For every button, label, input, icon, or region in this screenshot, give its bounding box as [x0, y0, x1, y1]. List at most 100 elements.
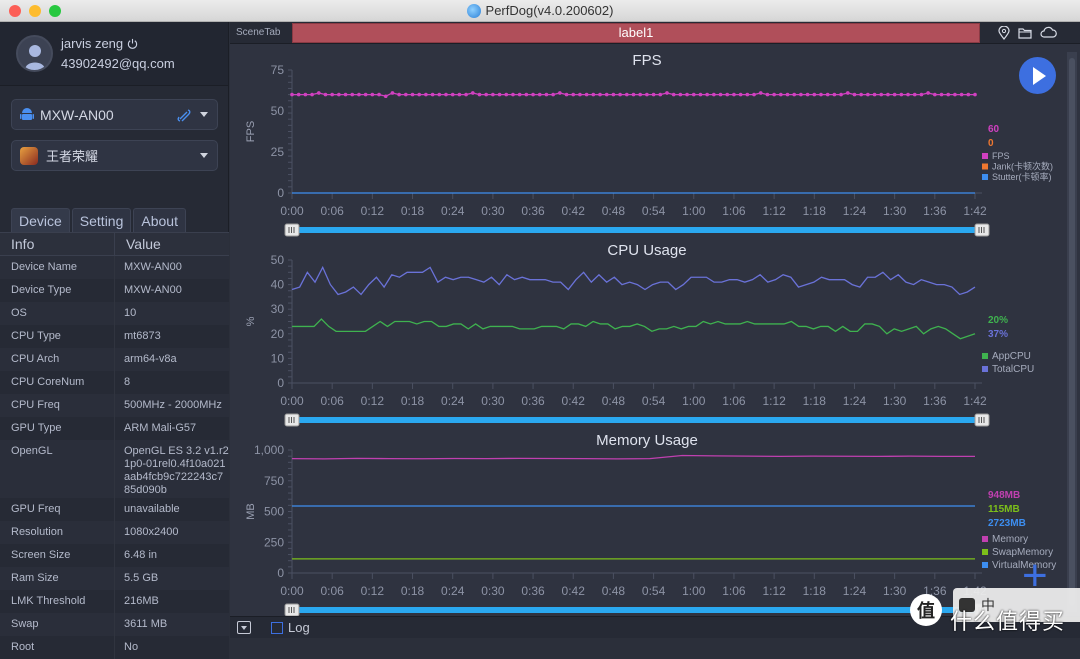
- row-key: Root: [0, 636, 115, 659]
- fps-data-point: [671, 92, 676, 97]
- x-tick-label: 1:12: [762, 584, 786, 598]
- usb-link-icon: [177, 109, 191, 122]
- fps-data-point: [598, 92, 602, 97]
- y-tick-label: 0: [277, 376, 284, 390]
- current-value-appcpu: 20%: [988, 315, 1008, 326]
- x-tick-label: 0:54: [642, 204, 666, 218]
- watermark-badge: 值: [910, 594, 942, 626]
- device-select[interactable]: MXW-AN00: [11, 99, 218, 130]
- fps-data-point: [812, 92, 817, 97]
- row-value: ARM Mali-G57: [124, 422, 197, 434]
- y-tick-label: 40: [271, 278, 285, 292]
- cloud-icon[interactable]: [1040, 26, 1057, 39]
- x-tick-label: 0:06: [320, 584, 344, 598]
- fps-data-point: [303, 92, 308, 97]
- series-line-totalcpu: [291, 265, 976, 296]
- fps-data-point: [745, 92, 750, 97]
- scrollbar-thumb[interactable]: [1069, 58, 1075, 606]
- legend-label: Stutter(卡顿率): [992, 171, 1052, 182]
- series-line-appcpu: [292, 318, 976, 340]
- x-tick-label: 0:36: [521, 204, 545, 218]
- log-checkbox[interactable]: [271, 621, 283, 634]
- time-range-slider[interactable]: [288, 607, 979, 613]
- row-key: Swap: [0, 613, 115, 636]
- scene-tab-label[interactable]: SceneTab: [230, 27, 292, 38]
- tab-about[interactable]: About: [133, 208, 186, 232]
- avatar[interactable]: [16, 35, 53, 72]
- fps-data-point: [537, 92, 542, 97]
- user-silhouette-icon: [24, 45, 45, 70]
- x-tick-label: 0:42: [562, 394, 586, 408]
- column-header-info: Info: [0, 233, 115, 255]
- fps-data-point: [832, 92, 837, 97]
- fps-data-point: [343, 92, 348, 97]
- fps-data-point: [839, 92, 843, 97]
- fps-data-point: [296, 92, 301, 97]
- close-button[interactable]: [9, 5, 21, 17]
- table-row: Device Type MXW-AN00: [0, 279, 229, 302]
- scene-label-bar[interactable]: label1: [292, 22, 980, 43]
- fps-data-point: [919, 92, 924, 97]
- y-tick-label: 10: [271, 351, 285, 365]
- minimize-button[interactable]: [29, 5, 41, 17]
- fps-data-point: [611, 92, 616, 97]
- time-range-slider[interactable]: [288, 417, 979, 423]
- tab-setting[interactable]: Setting: [71, 208, 132, 232]
- legend-label: Memory: [992, 534, 1028, 545]
- fps-data-point: [785, 92, 790, 97]
- location-pin-icon[interactable]: [998, 25, 1010, 40]
- fps-data-point: [564, 92, 569, 97]
- y-tick-label: 75: [271, 63, 285, 77]
- fps-data-point: [470, 91, 475, 95]
- table-row: Swap 3611 MB: [0, 613, 229, 636]
- fps-data-point: [330, 92, 334, 97]
- time-range-slider[interactable]: [288, 227, 979, 233]
- x-tick-label: 1:06: [722, 394, 746, 408]
- play-button[interactable]: [1019, 57, 1056, 94]
- power-icon[interactable]: [127, 38, 138, 49]
- x-tick-label: 0:48: [602, 204, 626, 218]
- window-titlebar: PerfDog(v4.0.200602): [0, 0, 1080, 22]
- x-tick-label: 0:06: [320, 204, 344, 218]
- legend-swatch: [982, 366, 988, 372]
- fps-data-point: [357, 92, 361, 97]
- expand-panel-button[interactable]: [237, 621, 251, 634]
- x-tick-label: 0:24: [441, 394, 465, 408]
- table-row: Resolution 1080x2400: [0, 521, 229, 544]
- window-title: PerfDog(v4.0.200602): [466, 3, 613, 18]
- x-tick-label: 0:54: [642, 584, 666, 598]
- folder-icon[interactable]: [1018, 26, 1032, 39]
- fps-data-point: [350, 92, 355, 97]
- table-row: CPU CoreNum 8: [0, 371, 229, 394]
- row-value: OpenGL ES 3.2 v1.r21p0-01rel0.4f10a021aa…: [124, 445, 229, 496]
- zoom-button[interactable]: [49, 5, 61, 17]
- legend-label: FPS: [992, 151, 1010, 161]
- fps-data-point: [732, 92, 736, 97]
- vertical-scrollbar[interactable]: [1067, 52, 1077, 612]
- row-value: MXW-AN00: [124, 261, 182, 273]
- app-icon: [20, 146, 38, 165]
- row-key: GPU Freq: [0, 498, 115, 521]
- legend-swatch: [982, 536, 988, 542]
- y-tick-label: 30: [271, 302, 285, 316]
- x-tick-label: 1:42: [963, 394, 987, 408]
- perfdog-logo-icon: [466, 3, 481, 18]
- row-key: OS: [0, 302, 115, 325]
- x-tick-label: 0:18: [401, 584, 425, 598]
- table-row: Root No: [0, 636, 229, 659]
- x-tick-label: 0:48: [602, 394, 626, 408]
- tab-device[interactable]: Device: [11, 208, 70, 232]
- fps-data-point: [665, 91, 669, 95]
- app-select[interactable]: 王者荣耀: [11, 140, 218, 171]
- row-value: 500MHz - 2000MHz: [124, 399, 222, 411]
- chart-title: CPU Usage: [607, 242, 686, 259]
- fps-data-point: [437, 92, 442, 97]
- fps-data-point: [933, 92, 937, 97]
- chart-cpu-usage: CPU Usage% 0 10 20 30 40 50 0:00 0:06 0:12 0:18 0:2…: [245, 242, 1034, 427]
- x-tick-label: 1:00: [682, 204, 706, 218]
- table-row: Screen Size 6.48 in: [0, 544, 229, 567]
- fps-data-point: [517, 92, 522, 97]
- row-key: Device Name: [0, 256, 115, 279]
- table-row: GPU Type ARM Mali-G57: [0, 417, 229, 440]
- y-axis-label: FPS: [245, 121, 257, 142]
